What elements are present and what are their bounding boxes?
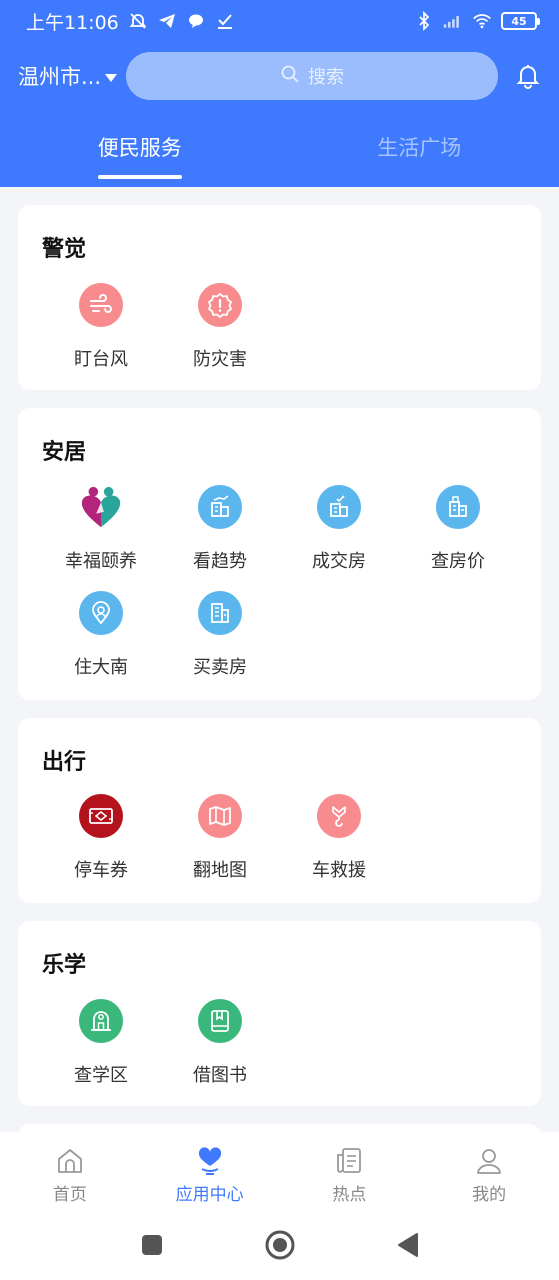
nav-mine[interactable]: 我的 [419, 1132, 559, 1214]
service-label: 防灾害 [193, 349, 247, 370]
tab-convenience[interactable]: 便民服务 [0, 118, 280, 187]
search-input[interactable]: 搜索 [126, 52, 498, 100]
status-bar: 上午11:06 45 [0, 0, 559, 42]
tab-bar: 便民服务 生活广场 [0, 118, 559, 187]
city-label: 温州市... [18, 65, 102, 89]
service-house-price[interactable]: 查房价 [398, 485, 518, 573]
alert-icon [198, 283, 242, 327]
system-nav-bar [0, 1214, 559, 1280]
school-icon [79, 999, 123, 1043]
section-title: 警觉 [42, 237, 87, 262]
section-title: 乐学 [42, 953, 87, 978]
tab-life-plaza[interactable]: 生活广场 [280, 118, 559, 187]
building-check-icon [317, 485, 361, 529]
building-price-icon [436, 485, 480, 529]
service-label: 看趋势 [193, 551, 247, 572]
download-done-icon [215, 11, 235, 31]
service-typhoon[interactable]: 盯台风 [41, 283, 161, 371]
service-label: 车救援 [312, 860, 366, 881]
caret-down-icon [104, 64, 118, 88]
service-label: 查房价 [431, 551, 485, 572]
book-icon [198, 999, 242, 1043]
service-map[interactable]: 翻地图 [160, 794, 280, 882]
bottom-nav: 首页 应用中心 热点 我的 [0, 1132, 559, 1214]
bluetooth-icon [414, 11, 434, 31]
section-title: 出行 [42, 750, 87, 775]
nav-label: 应用中心 [175, 1185, 244, 1205]
section-alert: 警觉 盯台风 防灾害 [18, 205, 541, 390]
city-selector[interactable]: 温州市... [18, 61, 126, 91]
wifi-icon [472, 11, 492, 31]
nav-home[interactable]: 首页 [0, 1132, 140, 1214]
tow-hook-icon [317, 794, 361, 838]
tab-label: 便民服务 [97, 136, 182, 160]
circle-icon [264, 1229, 296, 1265]
chat-bubble-icon [186, 11, 206, 31]
news-icon [334, 1146, 364, 1176]
tab-label: 生活广场 [377, 136, 462, 160]
wind-icon [79, 283, 123, 327]
home-icon [55, 1146, 85, 1176]
nav-hot[interactable]: 热点 [280, 1132, 420, 1214]
service-label: 停车券 [74, 860, 128, 881]
service-label: 住大南 [74, 657, 128, 678]
service-label: 买卖房 [193, 657, 247, 678]
section-housing: 安居 幸福颐养 看趋势 成交房 查房价 住大南 买卖房 [18, 408, 541, 700]
nav-label: 热点 [332, 1185, 367, 1205]
service-school-district[interactable]: 查学区 [41, 999, 161, 1087]
service-label: 幸福颐养 [65, 551, 137, 572]
map-icon [198, 794, 242, 838]
recents-button[interactable] [88, 1233, 216, 1261]
status-time: 上午11:06 [26, 11, 119, 34]
section-travel: 出行 停车券 翻地图 车救援 [18, 718, 541, 903]
user-icon [474, 1146, 504, 1176]
bell-icon[interactable] [514, 62, 542, 90]
app-header: 上午11:06 45 温州市... 搜索 便民服务 生活广场 [0, 0, 559, 187]
mute-icon [128, 11, 148, 31]
search-placeholder: 搜索 [308, 67, 344, 88]
service-label: 查学区 [74, 1065, 128, 1086]
service-buy-sell-house[interactable]: 买卖房 [160, 591, 280, 679]
back-button[interactable] [344, 1232, 472, 1262]
nav-label: 我的 [472, 1185, 507, 1205]
service-label: 借图书 [193, 1065, 247, 1086]
telegram-icon [157, 11, 177, 31]
battery-icon: 45 [501, 12, 540, 30]
square-icon [140, 1233, 164, 1261]
parking-ticket-icon [79, 794, 123, 838]
nav-label: 首页 [52, 1185, 87, 1205]
nav-app-center[interactable]: 应用中心 [140, 1132, 280, 1214]
service-parking-ticket[interactable]: 停车券 [41, 794, 161, 882]
building-trend-icon [198, 485, 242, 529]
location-pin-icon [79, 591, 123, 635]
service-live-danan[interactable]: 住大南 [41, 591, 161, 679]
section-title: 安居 [42, 440, 87, 465]
building-icon [198, 591, 242, 635]
service-label: 翻地图 [193, 860, 247, 881]
service-elderly-care[interactable]: 幸福颐养 [41, 485, 161, 573]
service-borrow-books[interactable]: 借图书 [160, 999, 280, 1087]
service-trend[interactable]: 看趋势 [160, 485, 280, 573]
search-icon [280, 64, 300, 89]
service-deal-house[interactable]: 成交房 [279, 485, 399, 573]
service-label: 成交房 [312, 551, 366, 572]
signal-icon [443, 11, 463, 31]
triangle-back-icon [396, 1232, 420, 1262]
service-disaster[interactable]: 防灾害 [160, 283, 280, 371]
search-row: 温州市... 搜索 [0, 50, 559, 102]
home-system-button[interactable] [216, 1229, 344, 1265]
section-learning: 乐学 查学区 借图书 [18, 921, 541, 1106]
tab-active-indicator [97, 175, 182, 179]
heart-hand-icon [195, 1146, 225, 1176]
heart-people-icon [79, 485, 123, 529]
service-car-rescue[interactable]: 车救援 [279, 794, 399, 882]
service-label: 盯台风 [74, 349, 128, 370]
